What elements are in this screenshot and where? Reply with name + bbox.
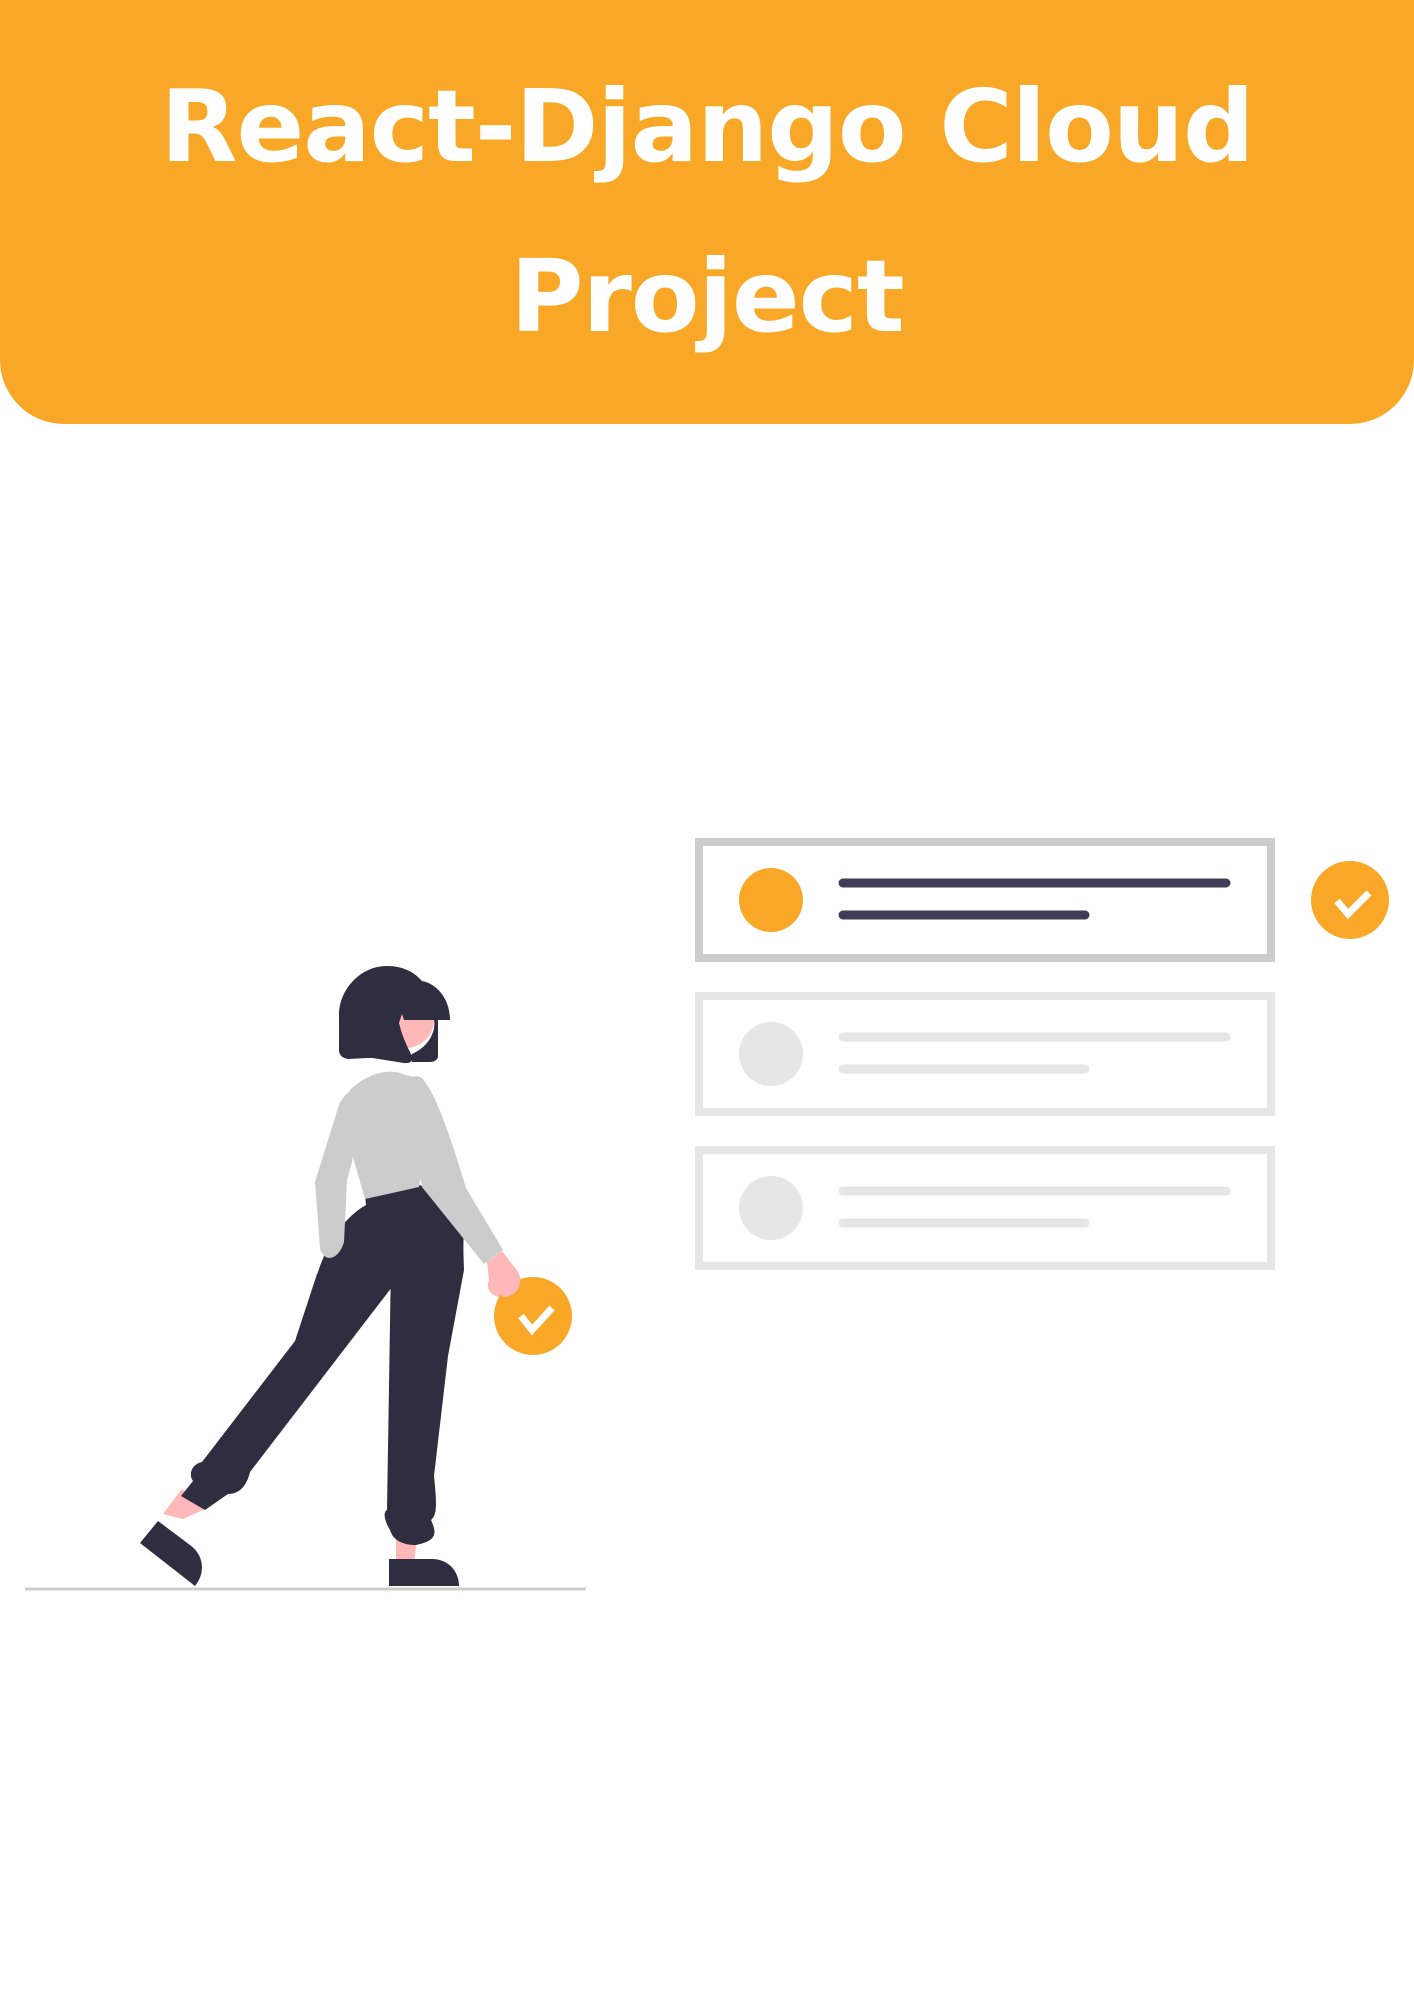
card-dot-icon	[739, 1176, 803, 1240]
checklist-card-2	[695, 992, 1275, 1116]
front-shoe	[389, 1559, 459, 1586]
back-shoe	[140, 1521, 202, 1586]
check-circle-icon	[492, 1256, 572, 1355]
checklist-card-1	[695, 838, 1275, 962]
card-dot-icon	[739, 868, 803, 932]
illustration	[25, 838, 1389, 1591]
checklist	[695, 838, 1389, 1270]
card-dot-icon	[739, 1022, 803, 1086]
checklist-card-3	[695, 1146, 1275, 1270]
back-leg	[181, 1240, 392, 1510]
check-circle-icon	[1311, 861, 1389, 939]
person-figure	[140, 966, 572, 1586]
